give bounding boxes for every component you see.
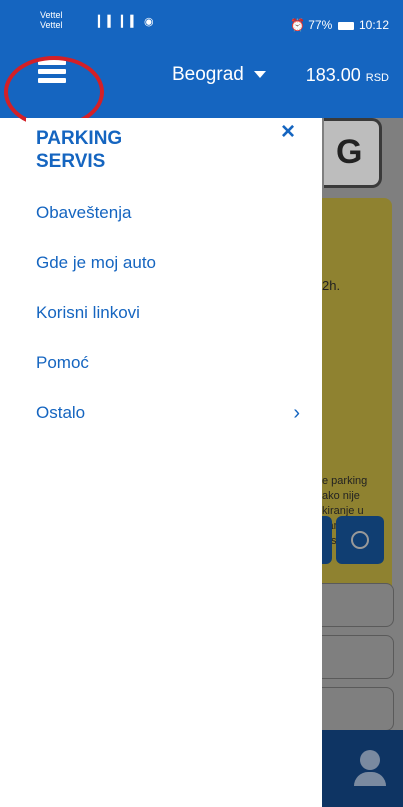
bottom-nav: [322, 730, 403, 807]
close-icon[interactable]: ×: [281, 118, 295, 146]
menu-item-pomoc[interactable]: Pomoć: [26, 348, 322, 398]
menu-item-obavestenja[interactable]: Obaveštenja: [26, 198, 322, 248]
city-label: Beograd: [172, 64, 244, 85]
menu-item-label: Gde je moj auto: [36, 253, 157, 272]
drawer-title: PARKING SERVIS: [36, 128, 123, 172]
battery-percent: 77%: [308, 18, 333, 32]
menu-item-gde-je-moj-auto[interactable]: Gde je moj auto: [26, 248, 322, 298]
status-bar: Vettel Vettel ▎▍ ▎▍ ◉ ⏰ 77% 10:12: [0, 0, 403, 40]
clock: 10:12: [358, 18, 389, 32]
caret-down-icon: [253, 71, 266, 79]
status-right: ⏰ 77% 10:12: [290, 18, 389, 32]
crosshair-icon: [351, 531, 369, 549]
action-button: [322, 516, 332, 564]
balance-value: 183.00: [305, 65, 361, 85]
balance-currency: RSD: [365, 72, 389, 84]
info-text-short: 2h.: [322, 278, 341, 293]
menu-item-korisni-linkovi[interactable]: Korisni linkovi: [26, 298, 322, 348]
profile-icon-body: [354, 772, 386, 786]
input-field: [322, 635, 394, 679]
drawer-menu: Obaveštenja Gde je moj auto Korisni link…: [26, 198, 322, 448]
dimmed-background[interactable]: G 2h. e parkingako nijekiranje uvanja do…: [322, 118, 403, 807]
input-field: [322, 687, 394, 731]
navigation-drawer: PARKING SERVIS × Obaveštenja Gde je moj …: [26, 118, 322, 807]
signal-icon: ▎▍ ▎▍ ◉: [98, 16, 155, 28]
account-balance: 183.00 RSD: [306, 65, 389, 86]
menu-item-label: Obaveštenja: [36, 203, 132, 222]
input-field: [322, 583, 394, 627]
profile-icon: [360, 750, 380, 770]
menu-item-label: Korisni linkovi: [36, 303, 140, 322]
alarm-icon: ⏰: [289, 18, 305, 32]
locate-button: [336, 516, 384, 564]
battery-icon: [337, 21, 354, 30]
menu-item-label: Ostalo: [36, 403, 86, 422]
city-selector[interactable]: Beograd: [172, 64, 266, 86]
carrier-label: Vettel Vettel: [40, 10, 63, 30]
menu-item-ostalo[interactable]: Ostalo ›: [26, 398, 322, 448]
parking-sign: G: [324, 118, 382, 188]
chevron-right-icon: ›: [293, 402, 300, 424]
menu-item-label: Pomoć: [36, 353, 89, 372]
